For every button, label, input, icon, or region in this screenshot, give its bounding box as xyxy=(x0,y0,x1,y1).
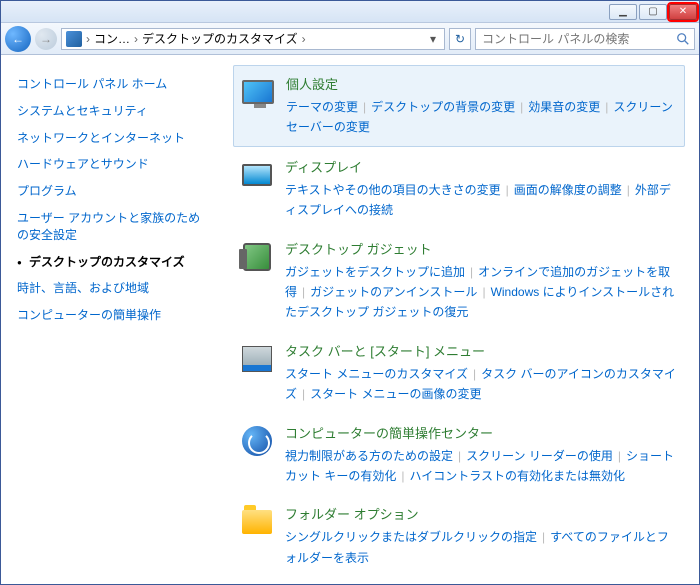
category: デスクトップ ガジェットガジェットをデスクトップに追加|オンラインで追加のガジェ… xyxy=(233,231,685,331)
category-links: ガジェットをデスクトップに追加|オンラインで追加のガジェットを取得|ガジェットの… xyxy=(285,262,679,323)
separator: | xyxy=(605,100,608,114)
search-icon xyxy=(676,32,690,46)
category: コンピューターの簡単操作センター視力制限がある方のための設定 | スクリーン リーダ… xyxy=(233,415,685,495)
address-dropdown[interactable]: ▾ xyxy=(426,32,440,46)
category-links: 視力制限がある方のための設定|スクリーン リーダーの使用|ショートカット キーの… xyxy=(285,446,679,487)
category-link[interactable]: スタート メニューのカスタマイズ xyxy=(285,367,468,381)
category-link[interactable]: ガジェットをデスクトップに追加 xyxy=(285,265,465,279)
category-link[interactable]: 効果音の変更 xyxy=(528,100,600,114)
sidebar-item[interactable]: コントロール パネル ホーム xyxy=(17,71,211,98)
breadcrumb-sep: › xyxy=(86,32,90,46)
category-links: テーマの変更|デスクトップの背景の変更|効果音の変更|スクリーン セーバーの変更 xyxy=(286,97,678,138)
separator: | xyxy=(627,183,630,197)
breadcrumb-current[interactable]: デスクトップのカスタマイズ xyxy=(142,30,298,47)
category-title[interactable]: 個人設定 xyxy=(286,74,678,93)
category-title[interactable]: タスク バーと [スタート] メニュー xyxy=(285,341,679,360)
category-link[interactable]: 画面の解像度の調整 xyxy=(514,183,622,197)
category-title[interactable]: フォルダー オプション xyxy=(285,504,679,523)
category-icon xyxy=(239,423,275,459)
category-title[interactable]: コンピューターの簡単操作センター xyxy=(285,423,679,442)
breadcrumb-sep: › xyxy=(302,32,306,46)
separator: | xyxy=(302,285,305,299)
category-link[interactable]: スクリーン リーダーの使用 xyxy=(466,449,613,463)
maximize-button[interactable]: ▢ xyxy=(639,4,667,20)
category-link[interactable]: シングルクリックまたはダブルクリックの指定 xyxy=(285,530,537,544)
category-icon xyxy=(239,239,275,275)
address-bar[interactable]: › コン… › デスクトップのカスタマイズ › ▾ xyxy=(61,28,445,50)
breadcrumb-root[interactable]: コン… xyxy=(94,30,130,47)
category-icon xyxy=(239,504,275,540)
separator: | xyxy=(482,285,485,299)
category-link[interactable]: ガジェットのアンインストール xyxy=(310,285,477,299)
sidebar-item[interactable]: ユーザー アカウントと家族のための安全設定 xyxy=(17,205,211,249)
category-title[interactable]: ディスプレイ xyxy=(285,157,679,176)
separator: | xyxy=(542,530,545,544)
category-links: シングルクリックまたはダブルクリックの指定|すべてのファイルとフォルダーを表示 xyxy=(285,527,679,568)
search-input[interactable] xyxy=(480,31,676,47)
category-links: スタート メニューのカスタマイズ|タスク バーのアイコンのカスタマイズ|スタート… xyxy=(285,364,679,405)
separator: | xyxy=(363,100,366,114)
breadcrumb-sep: › xyxy=(134,32,138,46)
category-icon xyxy=(239,157,275,193)
category-title[interactable]: デスクトップ ガジェット xyxy=(285,239,679,258)
category: 個人設定テーマの変更|デスクトップの背景の変更|効果音の変更|スクリーン セーバ… xyxy=(233,65,685,147)
category: フォルダー オプションシングルクリックまたはダブルクリックの指定|すべてのファイ… xyxy=(233,496,685,576)
minimize-button[interactable]: ▁ xyxy=(609,4,637,20)
refresh-button[interactable]: ↻ xyxy=(449,28,471,50)
category: タスク バーと [スタート] メニュースタート メニューのカスタマイズ|タスク … xyxy=(233,333,685,413)
toolbar: ← → › コン… › デスクトップのカスタマイズ › ▾ ↻ xyxy=(1,23,699,55)
sidebar: コントロール パネル ホームシステムとセキュリティネットワークとインターネットハ… xyxy=(1,55,219,584)
sidebar-item[interactable]: デスクトップのカスタマイズ xyxy=(17,249,211,276)
separator: | xyxy=(470,265,473,279)
separator: | xyxy=(302,387,305,401)
sidebar-item[interactable]: コンピューターの簡単操作 xyxy=(17,302,211,329)
nav-forward-button[interactable]: → xyxy=(35,28,57,50)
separator: | xyxy=(520,100,523,114)
category-link[interactable]: 視力制限がある方のための設定 xyxy=(285,449,453,463)
category-icon xyxy=(240,74,276,110)
category-body: デスクトップ ガジェットガジェットをデスクトップに追加|オンラインで追加のガジェ… xyxy=(285,239,679,323)
nav-back-button[interactable]: ← xyxy=(5,26,31,52)
category-body: 個人設定テーマの変更|デスクトップの背景の変更|効果音の変更|スクリーン セーバ… xyxy=(286,74,678,138)
separator: | xyxy=(506,183,509,197)
category-link[interactable]: スタート メニューの画像の変更 xyxy=(310,387,481,401)
category: Aフォントフォントのプレビュー、削除、表示または非表示|フォント設定の変更|Cl… xyxy=(233,578,685,584)
body: コントロール パネル ホームシステムとセキュリティネットワークとインターネットハ… xyxy=(1,55,699,584)
sidebar-item[interactable]: システムとセキュリティ xyxy=(17,98,211,125)
category-link[interactable]: ハイコントラストの有効化または無効化 xyxy=(409,469,625,483)
control-panel-icon xyxy=(66,31,82,47)
sidebar-item[interactable]: ハードウェアとサウンド xyxy=(17,151,211,178)
search-box[interactable] xyxy=(475,28,695,50)
sidebar-item[interactable]: プログラム xyxy=(17,178,211,205)
category-icon xyxy=(239,341,275,377)
category-body: コンピューターの簡単操作センター視力制限がある方のための設定 | スクリーン リーダ… xyxy=(285,423,679,487)
category-link[interactable]: テーマの変更 xyxy=(286,100,358,114)
control-panel-window: ▁ ▢ ✕ ← → › コン… › デスクトップのカスタマイズ › ▾ ↻ コン… xyxy=(0,0,700,585)
category-link[interactable]: テキストやその他の項目の大きさの変更 xyxy=(285,183,501,197)
separator: | xyxy=(458,449,461,463)
category-body: タスク バーと [スタート] メニュースタート メニューのカスタマイズ|タスク … xyxy=(285,341,679,405)
separator: | xyxy=(473,367,476,381)
sidebar-item[interactable]: 時計、言語、および地域 xyxy=(17,275,211,302)
content: 個人設定テーマの変更|デスクトップの背景の変更|効果音の変更|スクリーン セーバ… xyxy=(219,55,699,584)
category: ディスプレイテキストやその他の項目の大きさの変更|画面の解像度の調整|外部ディス… xyxy=(233,149,685,229)
separator: | xyxy=(618,449,621,463)
titlebar: ▁ ▢ ✕ xyxy=(1,1,699,23)
category-body: ディスプレイテキストやその他の項目の大きさの変更|画面の解像度の調整|外部ディス… xyxy=(285,157,679,221)
category-link[interactable]: デスクトップの背景の変更 xyxy=(371,100,515,114)
category-body: フォルダー オプションシングルクリックまたはダブルクリックの指定|すべてのファイ… xyxy=(285,504,679,568)
category-links: テキストやその他の項目の大きさの変更|画面の解像度の調整|外部ディスプレイへの接… xyxy=(285,180,679,221)
separator: | xyxy=(401,469,404,483)
sidebar-item[interactable]: ネットワークとインターネット xyxy=(17,125,211,152)
close-button[interactable]: ✕ xyxy=(669,4,697,20)
